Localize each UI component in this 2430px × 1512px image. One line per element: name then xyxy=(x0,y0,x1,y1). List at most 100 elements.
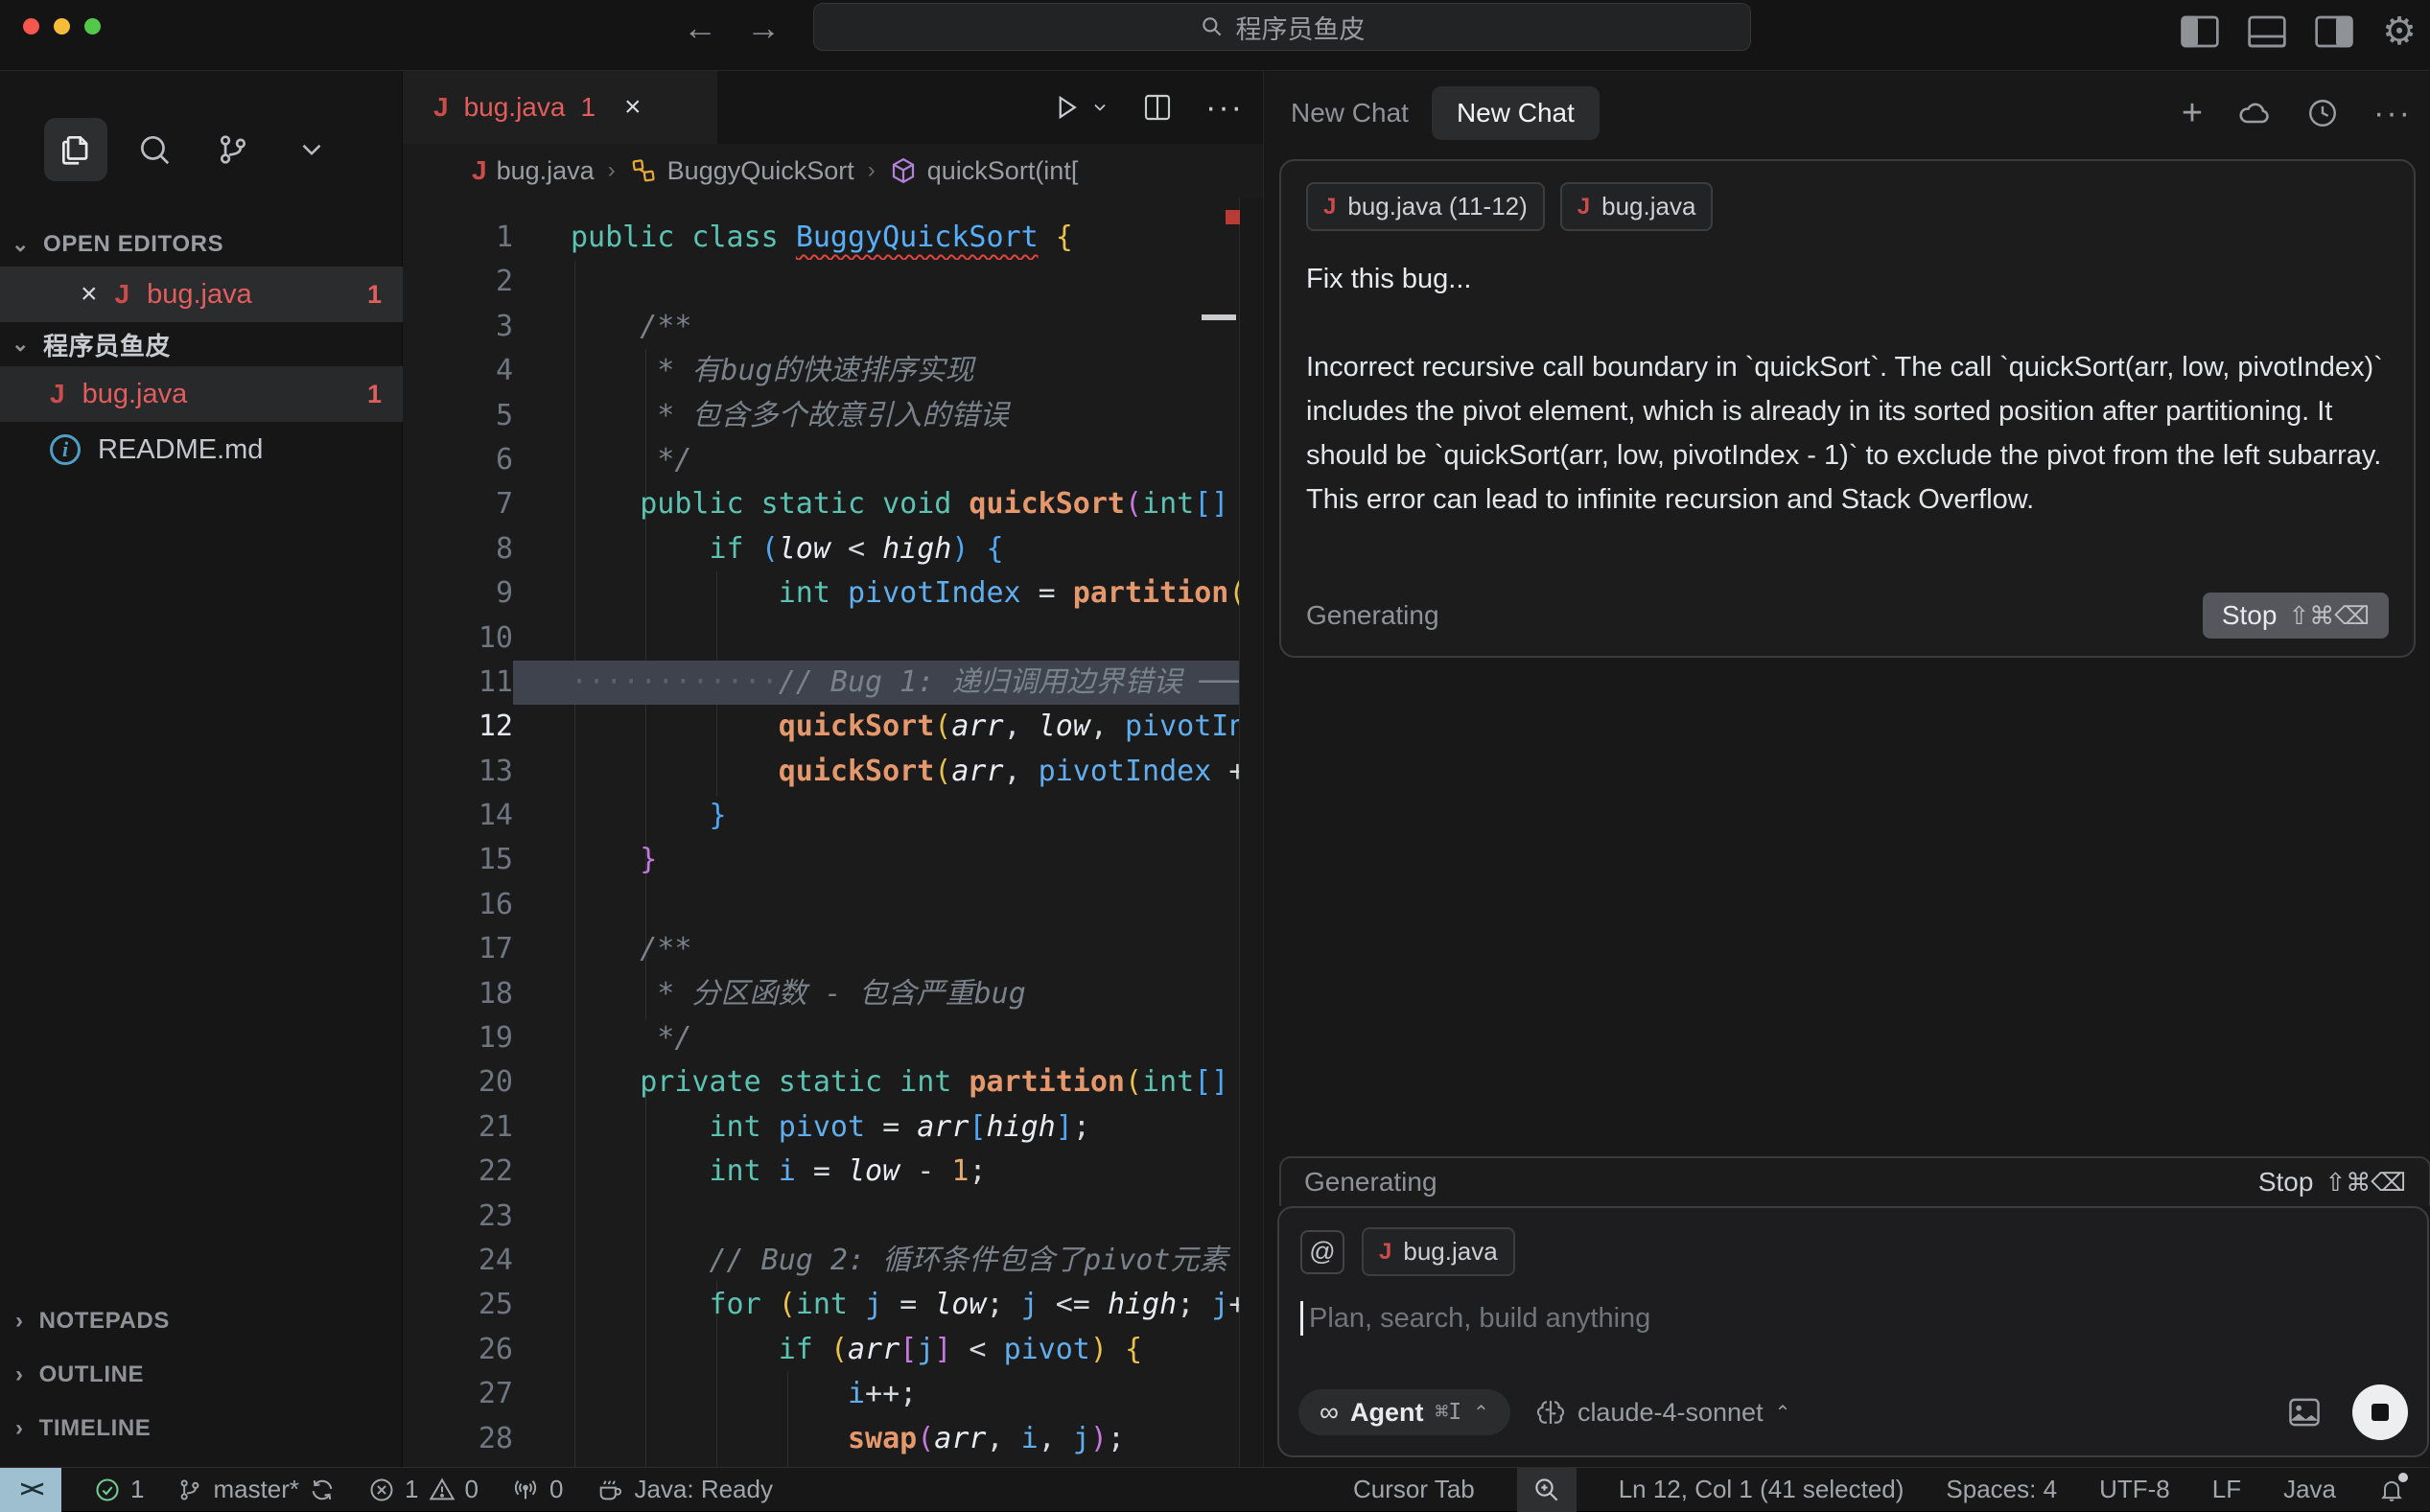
history-icon[interactable] xyxy=(2306,97,2339,129)
editor-more-actions-icon[interactable]: ··· xyxy=(1205,89,1244,127)
settings-gear-icon[interactable]: ⚙ xyxy=(2382,10,2417,54)
eol-status[interactable]: LF xyxy=(2212,1475,2241,1504)
java-status[interactable]: Java: Ready xyxy=(596,1475,773,1504)
chat-tab-previous[interactable]: New Chat xyxy=(1291,98,1409,128)
new-chat-plus-icon[interactable]: + xyxy=(2182,93,2203,134)
open-editors-header[interactable]: ⌄ OPEN EDITORS xyxy=(0,222,403,267)
run-button[interactable] xyxy=(1052,93,1110,122)
code-line-17[interactable]: 17 /** xyxy=(403,927,1263,971)
code-line-24[interactable]: 24 // Bug 2: 循环条件包含了pivot元素 xyxy=(403,1239,1263,1283)
code-line-4[interactable]: 4 * 有bug的快速排序实现 xyxy=(403,349,1263,393)
remote-indicator[interactable]: >< xyxy=(0,1468,61,1512)
editor-scrollbar[interactable] xyxy=(1239,198,1263,1467)
context-pill[interactable]: Jbug.java xyxy=(1560,182,1714,231)
cursor-position-status[interactable]: Ln 12, Col 1 (41 selected) xyxy=(1619,1475,1904,1504)
command-center-search[interactable]: 程序员鱼皮 xyxy=(813,3,1751,51)
code-line-7[interactable]: 7 public static void quickSort(int[] arr xyxy=(403,482,1263,526)
code-line-6[interactable]: 6 */ xyxy=(403,438,1263,482)
model-selector[interactable]: claude-4-sonnet ⌃ xyxy=(1535,1398,1790,1428)
code-line-13[interactable]: 13 quickSort(arr, pivotIndex + xyxy=(403,750,1263,794)
indentation-status[interactable]: Spaces: 4 xyxy=(1946,1475,2057,1504)
code-line-16[interactable]: 16 xyxy=(403,883,1263,927)
toggle-primary-sidebar-icon[interactable] xyxy=(2181,15,2219,48)
language-mode-status[interactable]: Java xyxy=(2283,1475,2336,1504)
cursor-tab-status[interactable]: Cursor Tab xyxy=(1353,1475,1475,1504)
attach-image-icon[interactable] xyxy=(2287,1397,2322,1428)
history-forward-button[interactable]: → xyxy=(746,8,781,48)
agent-mode-selector[interactable]: ∞ Agent ⌘I ⌃ xyxy=(1298,1389,1510,1435)
code-line-22[interactable]: 22 int i = low - 1; xyxy=(403,1150,1263,1194)
breadcrumb-item[interactable]: BuggyQuickSort xyxy=(629,156,854,186)
tab-bug-java[interactable]: J bug.java 1 × xyxy=(403,71,717,144)
cloud-icon[interactable] xyxy=(2237,99,2272,128)
minimize-window-button[interactable] xyxy=(54,18,70,35)
problems-status[interactable]: 1 0 xyxy=(368,1475,479,1504)
breadcrumb-item[interactable]: Jbug.java xyxy=(472,155,595,186)
line-number: 23 xyxy=(403,1195,513,1239)
code-line-14[interactable]: 14 } xyxy=(403,794,1263,838)
history-back-button[interactable]: ← xyxy=(683,8,717,48)
code-line-12[interactable]: 12 quickSort(arr, low, pivotIndex xyxy=(403,705,1263,749)
line-number: 28 xyxy=(403,1417,513,1461)
code-line-3[interactable]: 3 /** xyxy=(403,305,1263,349)
more-views-chevron-icon[interactable] xyxy=(280,118,343,181)
split-editor-icon[interactable] xyxy=(1142,92,1173,123)
checks-status[interactable]: 1 xyxy=(94,1475,144,1504)
code-line-2[interactable]: 2 xyxy=(403,260,1263,304)
code-token: ( xyxy=(1125,487,1142,521)
file-tree-item-bug-java[interactable]: Jbug.java1 xyxy=(0,366,403,422)
chat-input-field[interactable]: Plan, search, build anything xyxy=(1300,1301,2406,1336)
code-token: ) xyxy=(951,532,969,566)
explorer-icon[interactable] xyxy=(44,118,107,181)
git-branch-status[interactable]: master* xyxy=(176,1475,336,1504)
close-tab-icon[interactable]: × xyxy=(624,91,642,124)
code-line-5[interactable]: 5 * 包含多个故意引入的错误 xyxy=(403,394,1263,438)
open-editor-item[interactable]: ×Jbug.java1 xyxy=(0,267,403,322)
code-token: low xyxy=(934,1288,986,1321)
sidebar-section-outline[interactable]: ›OUTLINE xyxy=(0,1348,403,1402)
code-editor[interactable]: 1public class BuggyQuickSort {23 /**4 * … xyxy=(403,198,1263,1467)
chat-tab-active[interactable]: New Chat xyxy=(1432,86,1600,140)
screencast-zoom-button[interactable] xyxy=(1517,1468,1577,1512)
chat-input-card[interactable]: @ J bug.java Plan, search, build anythin… xyxy=(1277,1206,2429,1457)
code-line-15[interactable]: 15 } xyxy=(403,838,1263,882)
code-line-19[interactable]: 19 */ xyxy=(403,1016,1263,1060)
sidebar-section-notepads[interactable]: ›NOTEPADS xyxy=(0,1294,403,1348)
encoding-status[interactable]: UTF-8 xyxy=(2099,1475,2170,1504)
line-content: public class BuggyQuickSort { xyxy=(513,216,1263,260)
code-line-26[interactable]: 26 if (arr[j] < pivot) { xyxy=(403,1328,1263,1372)
notifications-bell-icon[interactable] xyxy=(2378,1477,2405,1503)
code-line-20[interactable]: 20 private static int partition(int[] xyxy=(403,1060,1263,1105)
code-token: [] xyxy=(1194,1065,1228,1099)
search-view-icon[interactable] xyxy=(123,118,186,181)
code-line-1[interactable]: 1public class BuggyQuickSort { xyxy=(403,216,1263,260)
sidebar-section-timeline[interactable]: ›TIMELINE xyxy=(0,1402,403,1455)
stop-send-button[interactable] xyxy=(2352,1384,2408,1440)
zoom-window-button[interactable] xyxy=(84,18,101,35)
stop-generating-button[interactable]: Stop ⇧⌘⌫ xyxy=(2203,593,2389,639)
toggle-panel-icon[interactable] xyxy=(2248,15,2286,48)
add-context-button[interactable]: @ xyxy=(1300,1230,1344,1274)
code-line-21[interactable]: 21 int pivot = arr[high]; xyxy=(403,1105,1263,1150)
toggle-secondary-sidebar-icon[interactable] xyxy=(2315,15,2353,48)
close-editor-icon[interactable]: × xyxy=(81,278,98,311)
code-line-23[interactable]: 23 xyxy=(403,1195,1263,1239)
code-line-11[interactable]: 11············// Bug 1: 递归调用边界错误 ────── xyxy=(403,661,1263,705)
file-tree-item-readme-md[interactable]: iREADME.md xyxy=(0,422,403,477)
ports-status[interactable]: 0 xyxy=(511,1475,563,1504)
code-line-9[interactable]: 9 int pivotIndex = partition(arr xyxy=(403,571,1263,616)
code-line-27[interactable]: 27 i++; xyxy=(403,1372,1263,1416)
code-line-8[interactable]: 8 if (low < high) { xyxy=(403,527,1263,571)
source-control-icon[interactable] xyxy=(201,118,265,181)
context-pill[interactable]: Jbug.java (11-12) xyxy=(1306,182,1545,231)
chat-more-actions-icon[interactable]: ··· xyxy=(2373,95,2412,132)
code-line-10[interactable]: 10 xyxy=(403,616,1263,661)
close-window-button[interactable] xyxy=(23,18,39,35)
code-line-25[interactable]: 25 for (int j = low; j <= high; j++ xyxy=(403,1283,1263,1327)
input-context-pill[interactable]: J bug.java xyxy=(1362,1227,1515,1276)
breadcrumb-item[interactable]: quickSort(int[ xyxy=(889,156,1079,186)
code-line-28[interactable]: 28 swap(arr, i, j); xyxy=(403,1417,1263,1461)
code-line-18[interactable]: 18 * 分区函数 - 包含严重bug xyxy=(403,972,1263,1016)
project-section-header[interactable]: ⌄ 程序员鱼皮 xyxy=(0,322,403,366)
stop-generating-button[interactable]: Stop ⇧⌘⌫ xyxy=(2258,1167,2406,1198)
